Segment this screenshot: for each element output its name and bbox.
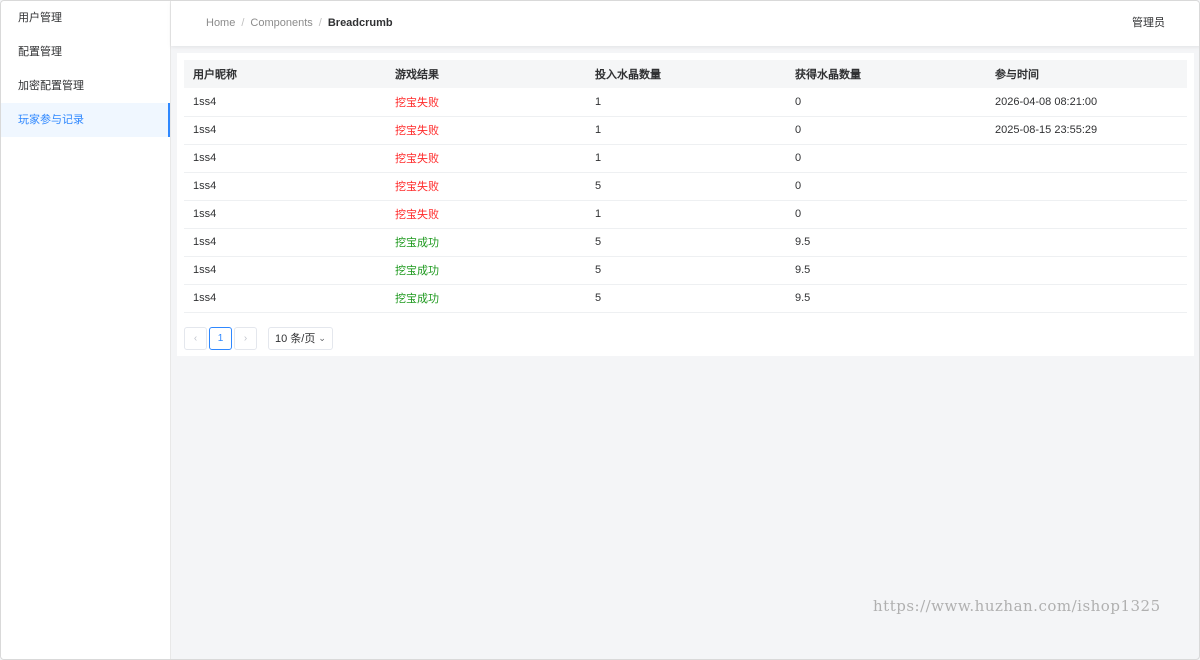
- cell-crystals-out: 9.5: [786, 228, 986, 257]
- user-menu[interactable]: 管理员: [1132, 1, 1165, 46]
- cell-crystals-out: 0: [786, 200, 986, 229]
- page-size-label: 10 条/页: [275, 333, 316, 345]
- cell-crystals-in: 1: [586, 88, 786, 117]
- sidebar: 用户管理 配置管理 加密配置管理 玩家参与记录: [1, 1, 171, 659]
- cell-crystals-in: 5: [586, 172, 786, 201]
- column-header-time: 参与时间: [986, 60, 1187, 88]
- cell-crystals-in: 5: [586, 256, 786, 285]
- app-window: 用户管理 配置管理 加密配置管理 玩家参与记录 Home / Components /…: [0, 0, 1200, 660]
- chevron-right-icon: ›: [243, 332, 248, 344]
- cell-result: 挖宝失败: [386, 88, 586, 117]
- table-row: 1ss4 挖宝失败 1 0 2026-04-08 08:21:00: [184, 88, 1187, 117]
- cell-crystals-out: 9.5: [786, 284, 986, 313]
- cell-time: 2025-08-15 23:55:29: [986, 116, 1187, 145]
- cell-crystals-out: 9.5: [786, 256, 986, 285]
- breadcrumb-separator: /: [241, 17, 245, 29]
- sidebar-item-label: 玩家参与记录: [18, 114, 84, 126]
- cell-result: 挖宝失败: [386, 116, 586, 145]
- cell-time: [986, 256, 1187, 285]
- cell-time: [986, 144, 1187, 173]
- page-size-select[interactable]: 10 条/页 ⌄: [268, 326, 333, 350]
- table-row: 1ss4 挖宝失败 1 0: [184, 144, 1187, 173]
- top-header: Home / Components / Breadcrumb 管理员: [171, 1, 1199, 46]
- cell-crystals-in: 1: [586, 144, 786, 173]
- column-header-crystals-in: 投入水晶数量: [586, 60, 786, 88]
- cell-time: [986, 172, 1187, 201]
- table-row: 1ss4 挖宝成功 5 9.5: [184, 256, 1187, 285]
- cell-result: 挖宝失败: [386, 144, 586, 173]
- records-table: 用户昵称 游戏结果 投入水晶数量 获得水晶数量 参与时间 1ss4 挖宝失败 1…: [184, 60, 1187, 313]
- cell-crystals-out: 0: [786, 116, 986, 145]
- cell-time: [986, 228, 1187, 257]
- cell-result: 挖宝成功: [386, 284, 586, 313]
- sidebar-item-label: 加密配置管理: [18, 80, 84, 92]
- table-row: 1ss4 挖宝成功 5 9.5: [184, 228, 1187, 257]
- cell-nickname: 1ss4: [184, 172, 386, 201]
- cell-nickname: 1ss4: [184, 284, 386, 313]
- sidebar-item-config-management[interactable]: 配置管理: [1, 35, 170, 69]
- column-header-crystals-out: 获得水晶数量: [786, 60, 986, 88]
- chevron-left-icon: ‹: [193, 332, 198, 344]
- prev-page-button[interactable]: ‹: [184, 326, 207, 350]
- breadcrumb-item-components[interactable]: Components: [250, 17, 312, 29]
- table-row: 1ss4 挖宝失败 1 0: [184, 200, 1187, 229]
- cell-time: [986, 284, 1187, 313]
- sidebar-item-encrypted-config-management[interactable]: 加密配置管理: [1, 69, 170, 103]
- sidebar-item-player-records[interactable]: 玩家参与记录: [1, 103, 170, 137]
- cell-nickname: 1ss4: [184, 256, 386, 285]
- breadcrumb: Home / Components / Breadcrumb: [206, 1, 393, 46]
- cell-crystals-in: 1: [586, 116, 786, 145]
- cell-crystals-out: 0: [786, 144, 986, 173]
- column-header-result: 游戏结果: [386, 60, 586, 88]
- next-page-button[interactable]: ›: [234, 326, 257, 350]
- table-header-row: 用户昵称 游戏结果 投入水晶数量 获得水晶数量 参与时间: [184, 60, 1187, 88]
- column-header-nickname: 用户昵称: [184, 60, 386, 88]
- cell-result: 挖宝成功: [386, 228, 586, 257]
- table-row: 1ss4 挖宝成功 5 9.5: [184, 284, 1187, 313]
- table-row: 1ss4 挖宝失败 5 0: [184, 172, 1187, 201]
- breadcrumb-item-home[interactable]: Home: [206, 17, 235, 29]
- cell-time: 2026-04-08 08:21:00: [986, 88, 1187, 117]
- sidebar-item-user-management[interactable]: 用户管理: [1, 1, 170, 35]
- cell-nickname: 1ss4: [184, 144, 386, 173]
- cell-crystals-in: 5: [586, 284, 786, 313]
- cell-nickname: 1ss4: [184, 228, 386, 257]
- cell-result: 挖宝失败: [386, 200, 586, 229]
- cell-nickname: 1ss4: [184, 88, 386, 117]
- pagination: ‹ 1 › 10 条/页 ⌄: [184, 326, 333, 350]
- table-row: 1ss4 挖宝失败 1 0 2025-08-15 23:55:29: [184, 116, 1187, 145]
- page-number-button[interactable]: 1: [209, 326, 232, 350]
- sidebar-item-label: 用户管理: [18, 12, 62, 24]
- watermark-text: https://www.huzhan.com/ishop1325: [873, 597, 1161, 615]
- cell-result: 挖宝失败: [386, 172, 586, 201]
- breadcrumb-item-current: Breadcrumb: [327, 17, 393, 29]
- cell-nickname: 1ss4: [184, 116, 386, 145]
- cell-crystals-in: 5: [586, 228, 786, 257]
- cell-crystals-out: 0: [786, 172, 986, 201]
- cell-time: [986, 200, 1187, 229]
- records-card: 用户昵称 游戏结果 投入水晶数量 获得水晶数量 参与时间 1ss4 挖宝失败 1…: [177, 53, 1194, 356]
- cell-crystals-out: 0: [786, 88, 986, 117]
- cell-nickname: 1ss4: [184, 200, 386, 229]
- cell-crystals-in: 1: [586, 200, 786, 229]
- sidebar-item-label: 配置管理: [18, 46, 62, 58]
- chevron-down-icon: ⌄: [318, 332, 326, 343]
- cell-result: 挖宝成功: [386, 256, 586, 285]
- breadcrumb-separator: /: [318, 17, 322, 29]
